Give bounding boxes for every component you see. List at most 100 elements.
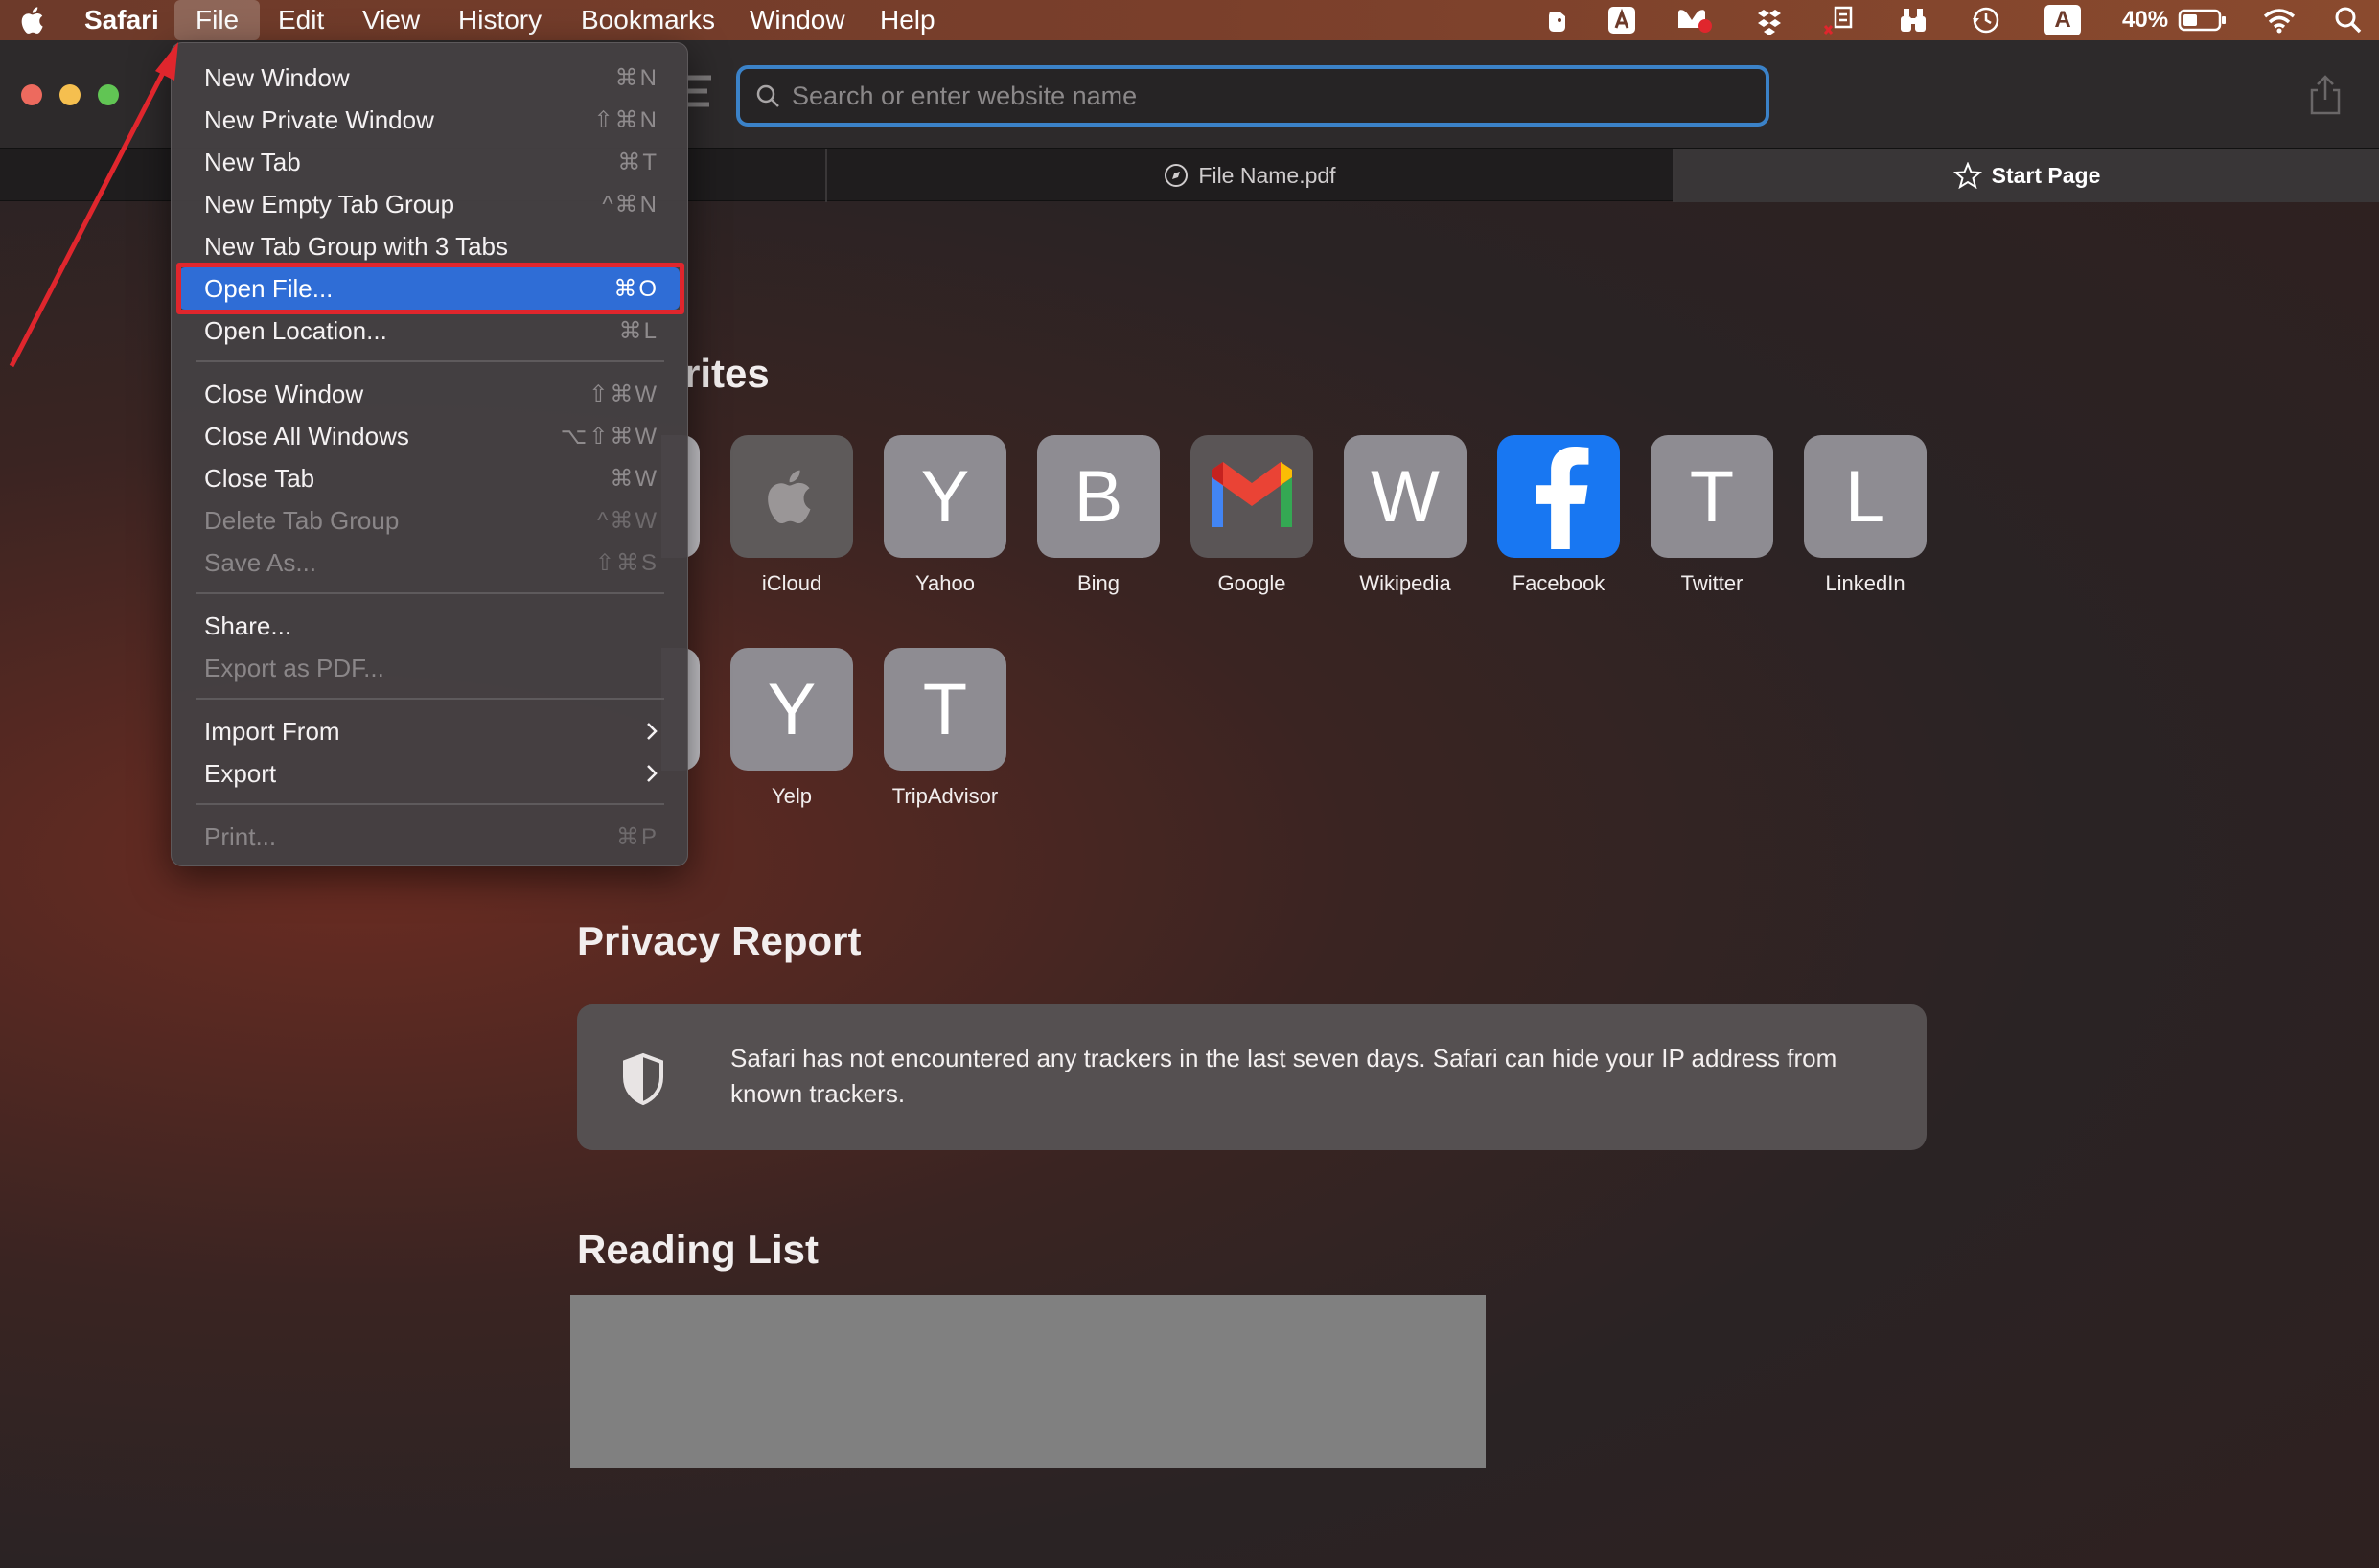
chevron-right-icon <box>647 723 658 740</box>
menu-item-export[interactable]: Export <box>179 752 680 795</box>
menu-item-label: Close All Windows <box>204 421 409 450</box>
privacy-report-card[interactable]: Safari has not encountered any trackers … <box>577 1004 1927 1150</box>
favorite-facebook[interactable]: Facebook <box>1497 435 1620 596</box>
search-icon <box>756 84 779 107</box>
input-source-icon[interactable]: A <box>2042 0 2084 40</box>
address-search-field[interactable] <box>736 65 1769 127</box>
menu-item-shortcut: ⌘L <box>618 317 658 344</box>
dictionary-icon[interactable] <box>1819 0 1858 40</box>
menu-item-import-from[interactable]: Import From <box>179 710 680 752</box>
menu-item-open-location[interactable]: Open Location... ⌘L <box>179 310 680 352</box>
favorite-bing[interactable]: B Bing <box>1037 435 1160 596</box>
apple-logo-icon <box>768 470 811 524</box>
menu-item-label: Export as PDF... <box>204 653 384 682</box>
menu-file[interactable]: File <box>174 0 261 40</box>
wifi-icon[interactable] <box>2258 0 2300 40</box>
menu-item-new-empty-tab-group[interactable]: New Empty Tab Group ^⌘N <box>179 183 680 225</box>
menu-app-name[interactable]: Safari <box>73 0 171 40</box>
favorite-yelp[interactable]: Y Yelp <box>730 648 853 809</box>
binoculars-icon[interactable] <box>1894 0 1932 40</box>
yelp-tile: Y <box>730 648 853 771</box>
favorite-label: LinkedIn <box>1825 571 1906 595</box>
tab-start-page[interactable]: Start Page <box>1675 149 2379 202</box>
dropbox-icon[interactable] <box>1750 0 1789 40</box>
battery-icon[interactable] <box>2176 0 2229 40</box>
chevron-right-icon <box>647 765 658 782</box>
menu-edit[interactable]: Edit <box>266 0 335 40</box>
menu-separator <box>196 803 664 805</box>
favorite-icloud[interactable]: iCloud <box>730 435 853 596</box>
menu-item-label: Share... <box>204 611 292 640</box>
menu-separator <box>196 698 664 700</box>
menu-history[interactable]: History <box>447 0 553 40</box>
menu-bookmarks[interactable]: Bookmarks <box>569 0 727 40</box>
icloud-tile <box>730 435 853 558</box>
search-input[interactable] <box>792 81 1731 111</box>
evernote-icon[interactable] <box>1537 0 1576 40</box>
menu-window[interactable]: Window <box>738 0 857 40</box>
spotlight-search-icon[interactable] <box>2327 0 2369 40</box>
menu-item-label: Save As... <box>204 547 317 577</box>
menu-item-new-tab-group-with-tabs[interactable]: New Tab Group with 3 Tabs <box>179 225 680 267</box>
star-icon <box>1952 162 1982 189</box>
tab-3-label: Start Page <box>1991 162 2101 188</box>
tab-file-name-pdf[interactable]: File Name.pdf <box>827 149 1675 202</box>
linkedin-tile: L <box>1804 435 1927 558</box>
twitter-tile: T <box>1651 435 1773 558</box>
reading-list-title: Reading List <box>577 1227 820 1272</box>
acrobat-icon[interactable] <box>1603 0 1641 40</box>
favorite-wikipedia[interactable]: W Wikipedia <box>1344 435 1467 596</box>
menu-item-label: Print... <box>204 821 277 851</box>
menu-item-label: New Tab <box>204 147 301 176</box>
favorite-linkedin[interactable]: L LinkedIn <box>1804 435 1927 596</box>
zoom-window-button[interactable] <box>98 84 119 105</box>
menu-item-label: New Empty Tab Group <box>204 189 455 219</box>
menu-item-new-window[interactable]: New Window ⌘N <box>179 57 680 99</box>
menu-item-shortcut: ^⌘N <box>602 191 658 218</box>
menu-help[interactable]: Help <box>868 0 947 40</box>
facebook-tile <box>1497 435 1620 558</box>
menu-item-label: Delete Tab Group <box>204 505 400 535</box>
menu-item-new-private-window[interactable]: New Private Window ⇧⌘N <box>179 99 680 141</box>
menu-item-save-as: Save As... ⇧⌘S <box>179 542 680 584</box>
reading-list-placeholder <box>570 1295 1486 1468</box>
tab-2-label: File Name.pdf <box>1198 162 1336 188</box>
menu-item-shortcut: ⇧⌘W <box>589 380 658 407</box>
battery-percent[interactable]: 40% <box>2111 0 2180 40</box>
menu-item-close-tab[interactable]: Close Tab ⌘W <box>179 457 680 499</box>
favorite-google[interactable]: Google <box>1190 435 1313 596</box>
close-window-button[interactable] <box>21 84 42 105</box>
menu-item-shortcut: ^⌘W <box>597 507 658 534</box>
menu-item-close-all-windows[interactable]: Close All Windows ⌥⇧⌘W <box>179 415 680 457</box>
menu-item-new-tab[interactable]: New Tab ⌘T <box>179 141 680 183</box>
menu-item-label: Export <box>204 758 277 788</box>
menu-separator <box>196 360 664 362</box>
menu-item-print: Print... ⌘P <box>179 816 680 858</box>
tripadvisor-tile: T <box>884 648 1006 771</box>
menu-item-close-window[interactable]: Close Window ⇧⌘W <box>179 373 680 415</box>
yahoo-tile: Y <box>884 435 1006 558</box>
time-machine-icon[interactable] <box>1967 0 2005 40</box>
menu-item-label: Open Location... <box>204 315 387 345</box>
menu-item-open-file[interactable]: Open File... ⌘O <box>179 267 680 310</box>
menu-item-share[interactable]: Share... <box>179 605 680 647</box>
minimize-window-button[interactable] <box>59 84 81 105</box>
menu-view[interactable]: View <box>351 0 431 40</box>
compass-icon <box>1165 164 1189 187</box>
apple-menu-icon[interactable] <box>17 4 50 36</box>
menu-item-shortcut: ⌘O <box>613 275 658 302</box>
menu-item-shortcut: ⌘T <box>617 149 658 175</box>
favorite-yahoo[interactable]: Y Yahoo <box>884 435 1006 596</box>
menu-item-shortcut: ⌘N <box>614 64 658 91</box>
menu-item-shortcut: ⌥⇧⌘W <box>560 423 658 450</box>
google-tile <box>1190 435 1313 558</box>
mail-notification-icon[interactable] <box>1672 0 1716 40</box>
file-menu: New Window ⌘N New Private Window ⇧⌘N New… <box>171 42 688 866</box>
menu-item-label: Open File... <box>204 273 334 303</box>
favorite-twitter[interactable]: T Twitter <box>1651 435 1773 596</box>
favorites-title: rites <box>684 351 770 396</box>
favorite-tripadvisor[interactable]: T TripAdvisor <box>884 648 1006 809</box>
menu-item-delete-tab-group: Delete Tab Group ^⌘W <box>179 499 680 542</box>
share-icon[interactable] <box>2308 75 2343 115</box>
privacy-report-title: Privacy Report <box>577 918 862 963</box>
